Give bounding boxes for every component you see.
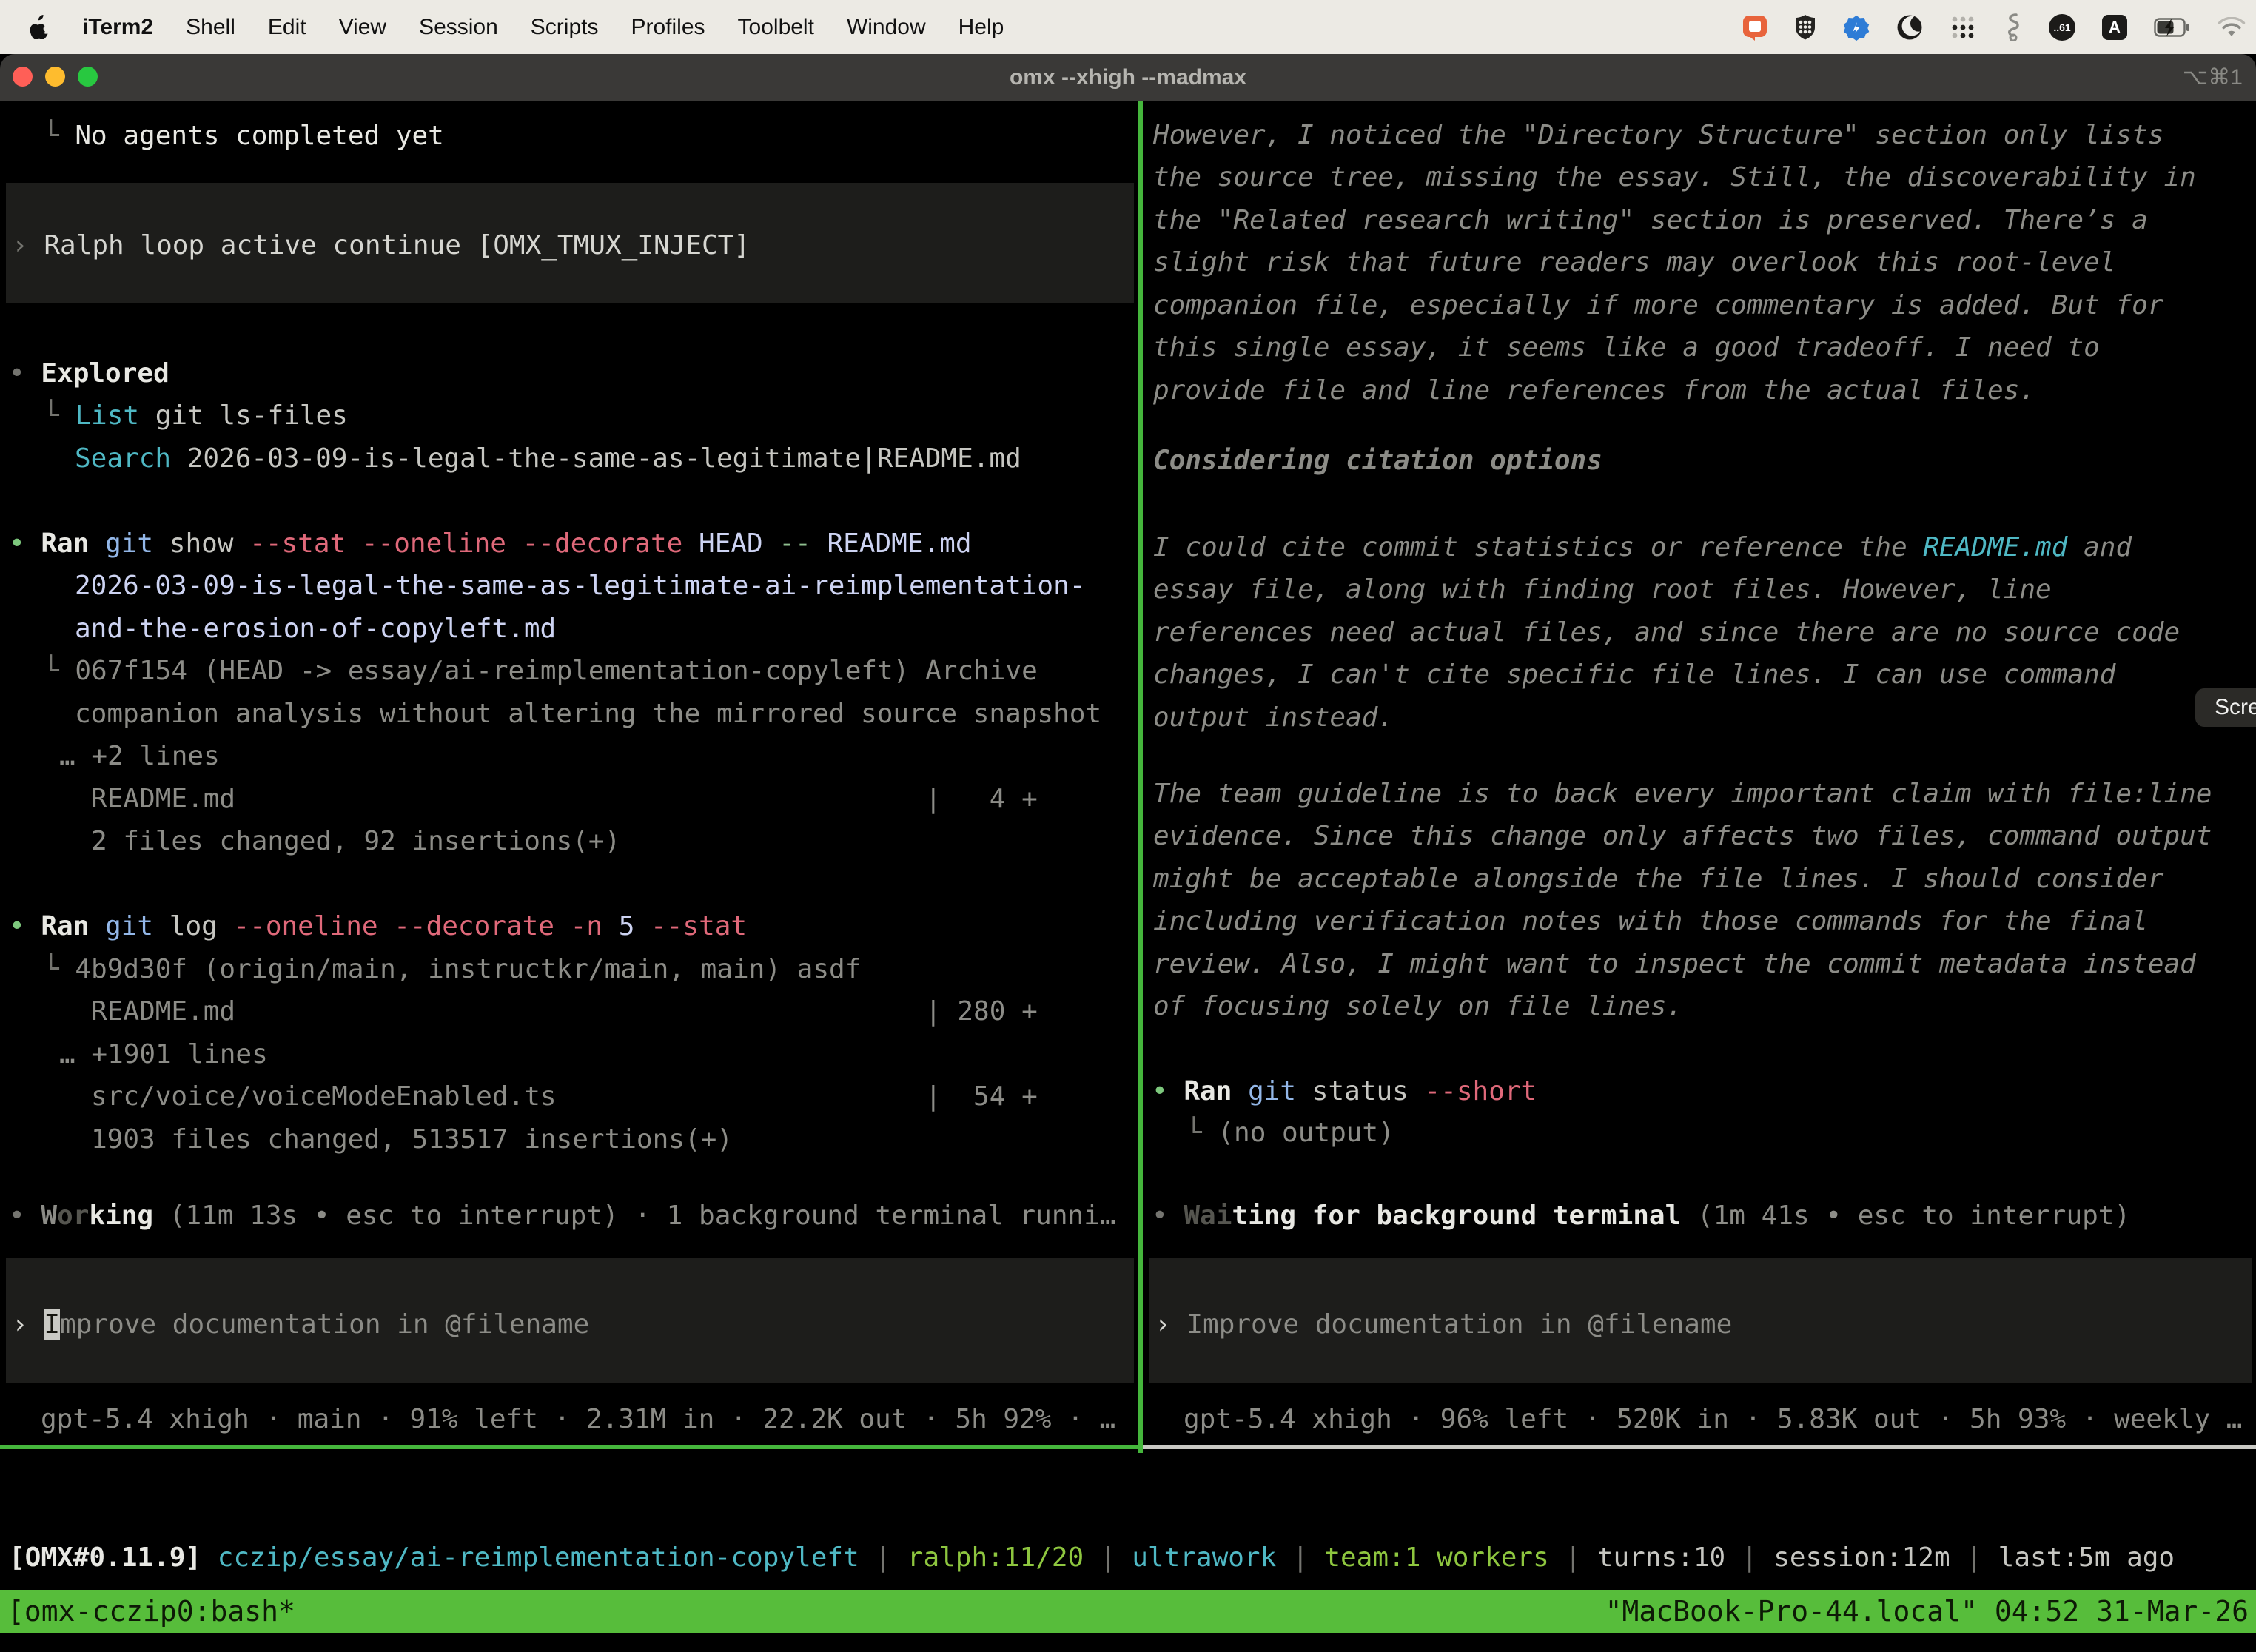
left-pane-lines: └ No agents completed yet › Ralph loop ac… [0,101,1138,1445]
term-line: essay file, along with finding root file… [1153,573,2052,607]
term-line: • Ran git status --short [1152,1075,1537,1109]
menu-bar: iTerm2 Shell Edit View Session Scripts P… [0,0,2256,54]
tmux-session-label: [omx-cczip0:bash* [7,1595,295,1628]
term-line: • Working (11m 13s • esc to interrupt) ·… [9,1199,1116,1233]
term-line: • Waiting for background terminal (1m 41… [1152,1199,2130,1233]
tmux-host-clock: "MacBook-Pro-44.local" 04:52 31-Mar-26 [1605,1595,2249,1628]
menu-item-iterm2[interactable]: iTerm2 [82,15,153,40]
session-stats: gpt-5.4 xhigh · main · 91% left · 2.31M … [41,1403,1115,1437]
dots-grid-icon[interactable] [1950,14,1976,41]
term-line: might be acceptable alongside the file l… [1153,862,2163,896]
term-line: review. Also, I might want to inspect th… [1153,947,2196,981]
screen-tooltip-label: Scre [2215,695,2256,720]
input-source-icon[interactable]: A [2102,15,2127,40]
right-pane[interactable]: However, I noticed the "Directory Struct… [1143,101,2256,1445]
term-line: The team guideline is to back every impo… [1153,777,2212,811]
menu-item-toolbelt[interactable]: Toolbelt [738,15,814,40]
crescent-icon[interactable] [1896,14,1923,41]
menu-item-profiles[interactable]: Profiles [631,15,705,40]
squiggle-icon[interactable] [2003,13,2022,41]
term-line: 2 files changed, 92 insertions(+) [91,825,620,859]
keypad-shield-icon[interactable] [1794,14,1816,41]
term-line: and-the-erosion-of-copyleft.md [75,612,556,646]
term-line: provide file and line references from th… [1153,374,2035,408]
blue-badge-icon[interactable] [1843,14,1870,41]
term-line: └ List git ls-files [43,399,348,433]
term-line: the source tree, missing the essay. Stil… [1153,161,2196,195]
term-line: src/voice/voiceModeEnabled.ts | 54 + [91,1080,1038,1114]
term-line: the "Related research writing" section i… [1153,204,2148,238]
apple-menu-icon[interactable] [30,15,50,39]
term-line: slight risk that future readers may over… [1153,246,2115,280]
menu-item-session[interactable]: Session [419,15,498,40]
term-line: this single essay, it seems like a good … [1153,331,2100,365]
prompt-text-top: › Ralph loop active continue [OMX_TMUX_I… [12,229,750,263]
tmux-status-bar: [omx-cczip0:bash* "MacBook-Pro-44.local"… [0,1590,2256,1633]
iterm2-window: omx --xhigh --madmax ⌥⌘1 └ No agents com… [0,54,2256,1652]
right-pane-bottom-border [1143,1445,2256,1449]
term-line: companion analysis without altering the … [75,697,1101,731]
term-line: companion file, especially if more comme… [1153,289,2163,323]
term-line: • Explored [9,357,169,391]
term-line: references need actual files, and since … [1153,616,2180,650]
term-line: Search 2026-03-09-is-legal-the-same-as-l… [75,442,1021,476]
left-pane[interactable]: └ No agents completed yet › Ralph loop ac… [0,101,1138,1445]
term-line: output instead. [1153,701,1394,735]
window-shortcut-hint: ⌥⌘1 [2183,54,2243,101]
term-line: └ No agents completed yet [43,119,444,153]
omx-status-bar: [OMX#0.11.9] cczip/essay/ai-reimplementa… [9,1473,73,1609]
term-line: … +2 lines [59,739,220,773]
menu-item-shell[interactable]: Shell [186,15,235,40]
term-line: I could cite commit statistics or refere… [1153,531,2132,565]
menu-item-scripts[interactable]: Scripts [531,15,599,40]
term-line: • Ran git show --stat --oneline --decora… [9,527,972,561]
term-line: of focusing solely on file lines. [1153,990,1682,1024]
menu-item-help[interactable]: Help [959,15,1004,40]
term-line: └ 067f154 (HEAD -> essay/ai-reimplementa… [43,654,1038,688]
left-pane-bottom-border [0,1445,1138,1449]
menu-item-edit[interactable]: Edit [268,15,306,40]
omx-status-line: [OMX#0.11.9] cczip/essay/ai-reimplementa… [9,1541,2175,1575]
thinking-heading: Considering citation options [1153,444,1602,478]
session-stats: gpt-5.4 xhigh · 96% left · 520K in · 5.8… [1184,1403,2242,1437]
term-line: evidence. Since this change only affects… [1153,819,2212,853]
badge-61-icon[interactable]: ..61 [2049,14,2075,41]
term-line: README.md | 280 + [91,995,1038,1029]
term-line: 1903 files changed, 513517 insertions(+) [91,1123,733,1157]
chat-bubble-icon[interactable] [1742,14,1767,41]
menu-bar-status-icons: ..61 A [1742,0,2246,54]
menu-item-window[interactable]: Window [847,15,926,40]
menu-item-view[interactable]: View [339,15,386,40]
term-line: └ 4b9d30f (origin/main, instructkr/main,… [43,953,861,987]
prompt-text-bottom: › Improve documentation in @filename [12,1308,589,1342]
screen-tooltip: Scre [2195,688,2256,727]
prompt-text-bottom: › Improve documentation in @filename [1155,1308,1732,1342]
term-line: However, I noticed the "Directory Struct… [1153,118,2163,152]
term-line: • Ran git log --oneline --decorate -n 5 … [9,910,747,944]
window-title: omx --xhigh --madmax [0,54,2256,101]
term-line: changes, I can't cite specific file line… [1153,658,2115,692]
battery-charging-icon[interactable] [2154,18,2191,37]
wifi-icon[interactable] [2218,17,2246,38]
right-pane-lines: However, I noticed the "Directory Struct… [1143,101,2256,1445]
term-line: └ (no output) [1186,1116,1394,1150]
window-titlebar: omx --xhigh --madmax ⌥⌘1 [0,54,2256,101]
term-line: 2026-03-09-is-legal-the-same-as-legitima… [75,569,1085,603]
term-line: … +1901 lines [59,1038,268,1072]
term-line: including verification notes with those … [1153,904,2148,939]
term-line: README.md | 4 + [91,782,1038,816]
